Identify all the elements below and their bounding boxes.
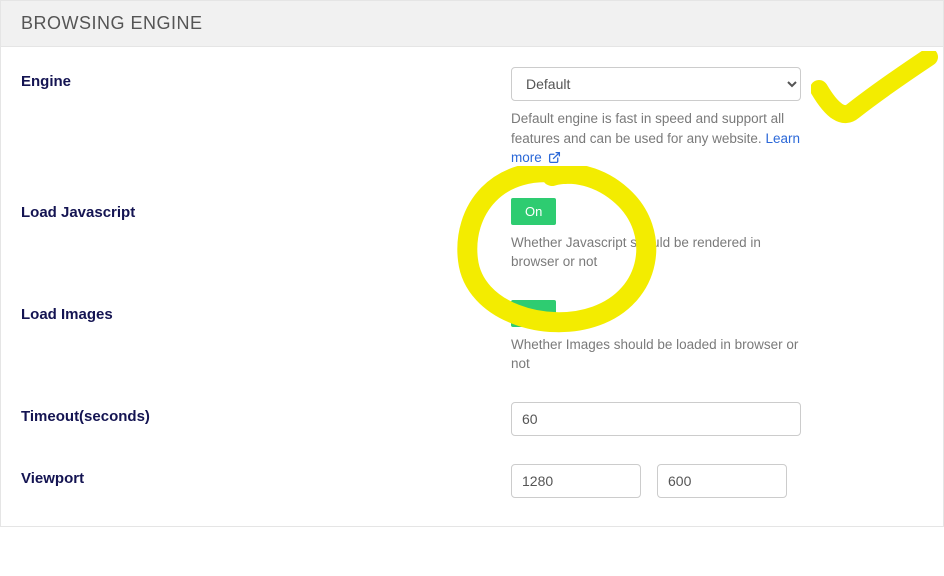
label-load-images: Load Images [21, 300, 511, 323]
external-link-icon [548, 150, 561, 170]
viewport-width-input[interactable] [511, 464, 641, 498]
panel-title: BROWSING ENGINE [1, 1, 943, 47]
row-viewport: Viewport [21, 464, 923, 498]
timeout-input[interactable] [511, 402, 801, 436]
load-js-help: Whether Javascript should be rendered in… [511, 233, 811, 272]
engine-select[interactable]: Default [511, 67, 801, 101]
label-viewport: Viewport [21, 464, 511, 487]
load-images-toggle[interactable]: On [511, 300, 556, 327]
engine-help-text: Default engine is fast in speed and supp… [511, 111, 784, 146]
label-timeout: Timeout(seconds) [21, 402, 511, 425]
row-load-images: Load Images On Whether Images should be … [21, 300, 923, 374]
load-images-help: Whether Images should be loaded in brows… [511, 335, 811, 374]
viewport-height-input[interactable] [657, 464, 787, 498]
row-load-js: Load Javascript On Whether Javascript sh… [21, 198, 923, 272]
load-js-toggle[interactable]: On [511, 198, 556, 225]
browsing-engine-panel: BROWSING ENGINE Engine Default Default e… [0, 0, 944, 527]
row-engine: Engine Default Default engine is fast in… [21, 67, 923, 170]
label-engine: Engine [21, 67, 511, 90]
row-timeout: Timeout(seconds) [21, 402, 923, 436]
engine-help: Default engine is fast in speed and supp… [511, 109, 811, 170]
label-load-js: Load Javascript [21, 198, 511, 221]
